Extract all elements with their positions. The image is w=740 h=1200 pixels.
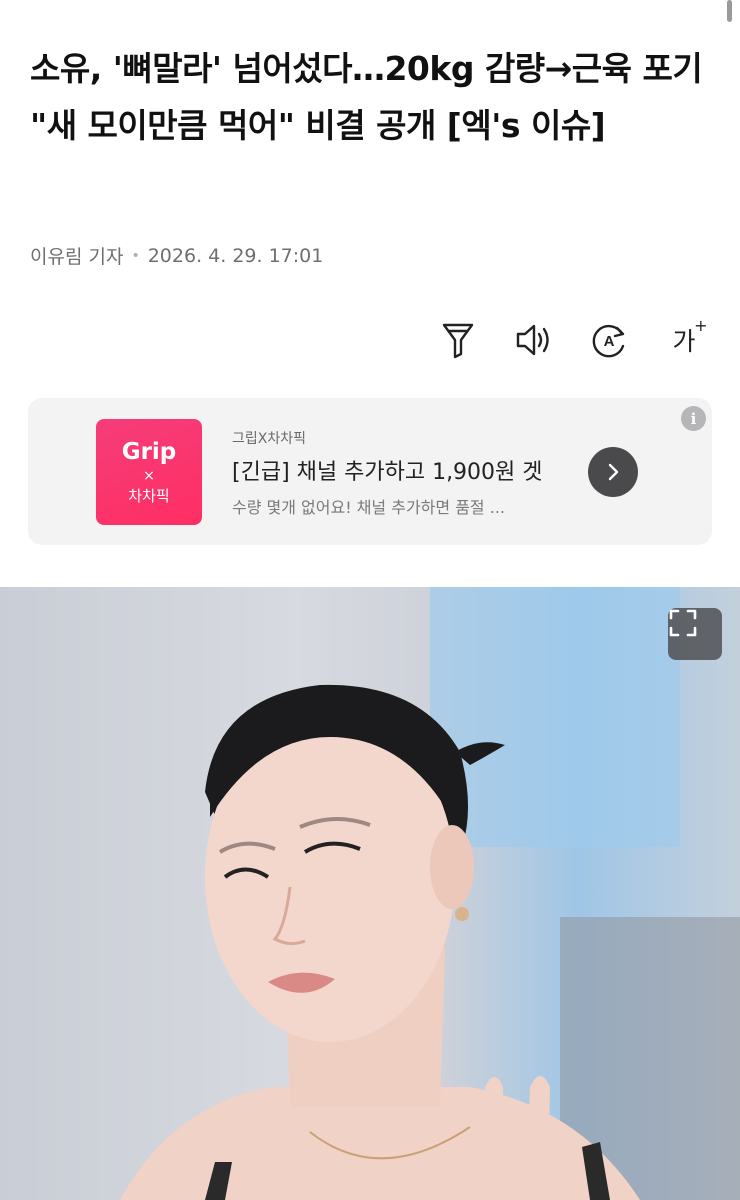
publish-date: 2026. 4. 29. 17:01 xyxy=(147,244,324,267)
ad-logo-chachapick: 차차픽 xyxy=(128,487,170,505)
font-size-icon[interactable]: 가 + xyxy=(664,316,708,362)
ad-go-button[interactable] xyxy=(588,447,638,497)
ad-info-icon[interactable]: i xyxy=(681,406,706,431)
chevron-right-icon xyxy=(608,463,619,481)
article-toolbar: A 가 + xyxy=(0,316,740,362)
scroll-indicator[interactable] xyxy=(727,0,732,22)
ad-title[interactable]: [긴급] 채널 추가하고 1,900원 겟 xyxy=(232,454,543,486)
translate-letter: A xyxy=(604,333,615,350)
reporter-name[interactable]: 이유림 기자 xyxy=(30,242,123,269)
translate-icon[interactable]: A xyxy=(589,318,629,362)
byline: 이유림 기자 • 2026. 4. 29. 17:01 xyxy=(30,242,323,269)
byline-separator: • xyxy=(131,247,140,264)
article-photo[interactable] xyxy=(0,587,740,1200)
article-headline: 소유, '뼈말라' 넘어섰다…20kg 감량→근육 포기 "새 모이만큼 먹어"… xyxy=(30,49,703,145)
ad-logo-grip: Grip xyxy=(121,439,177,465)
speaker-icon[interactable] xyxy=(514,318,554,362)
ad-logo: Grip × 차차픽 xyxy=(96,419,202,525)
font-size-label: 가 xyxy=(672,327,696,356)
ad-logo-x: × xyxy=(143,468,155,484)
ad-description: 수량 몇개 없어요! 채널 추가하면 품절 ... xyxy=(232,498,505,517)
filter-icon[interactable] xyxy=(438,318,478,362)
ad-source: 그립X차차픽 xyxy=(232,431,306,447)
ad-banner[interactable]: Grip × 차차픽 그립X차차픽 [긴급] 채널 추가하고 1,900원 겟 … xyxy=(28,398,712,545)
expand-icon[interactable] xyxy=(668,608,722,660)
portrait-illustration xyxy=(120,587,740,1200)
font-size-plus: + xyxy=(694,316,708,335)
